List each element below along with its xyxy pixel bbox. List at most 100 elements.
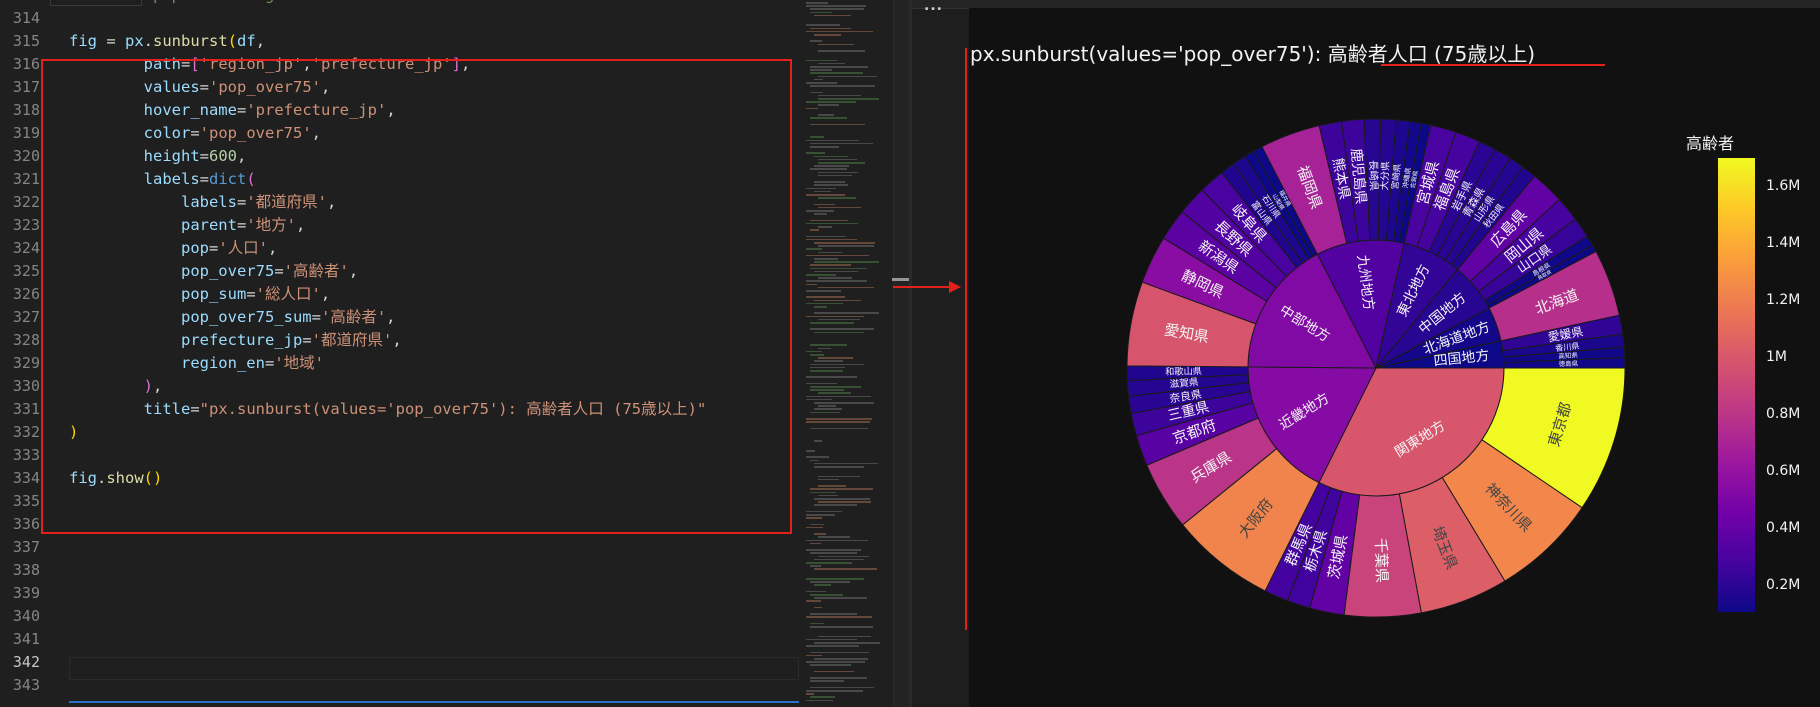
minimap-line	[814, 184, 848, 186]
minimap-line	[818, 277, 852, 279]
minimap-line	[818, 494, 838, 497]
minimap-line	[818, 50, 865, 52]
minimap-line	[810, 389, 844, 391]
sunburst-chart[interactable]: 関東地方 東京都神奈川県埼玉県千葉県茨城県栃木県群馬県近畿地方大阪府兵庫県京都府三…	[1126, 118, 1626, 618]
minimap-line	[818, 478, 839, 481]
minimap-line	[810, 686, 874, 689]
colorbar-tick-label: 1.4M	[1766, 234, 1801, 251]
minimap-line	[814, 165, 849, 167]
minimap-line	[814, 213, 827, 215]
minimap-line	[814, 440, 822, 442]
minimap-line	[810, 8, 864, 10]
line-number: 319	[12, 124, 40, 142]
more-actions-icon[interactable]: ...	[924, 0, 943, 14]
minimap-line	[818, 251, 842, 254]
code-editor[interactable]: 313 314 315 316 317 318 319 320 321 322 323 324 325 3…	[0, 0, 800, 707]
line-number: 330	[12, 377, 40, 395]
minimap-line	[806, 562, 852, 564]
minimap-line	[806, 395, 871, 398]
vertical-scrollbar[interactable]	[893, 0, 910, 707]
minimap-line	[818, 635, 871, 638]
line-number: 313	[0, 0, 40, 7]
minimap-line	[810, 11, 832, 14]
minimap-line	[814, 34, 841, 36]
minimap-line	[814, 78, 823, 81]
minimap-line	[818, 98, 879, 100]
code-line[interactable]: ### 2-3: population ages over 75	[69, 0, 368, 7]
line-number: 337	[12, 538, 40, 556]
minimap-line	[818, 104, 839, 106]
minimap-line	[806, 510, 842, 513]
line-number: 340	[12, 607, 40, 625]
minimap-line	[806, 315, 864, 318]
minimap-line	[818, 174, 852, 177]
minimap-line	[806, 690, 863, 692]
line-number: 323	[12, 216, 40, 234]
sunburst-label: 和歌山県	[1165, 365, 1202, 378]
minimap-line	[814, 181, 845, 183]
minimap-line	[818, 162, 865, 164]
line-number: 320	[12, 147, 40, 165]
minimap-line	[818, 501, 871, 503]
colorbar-tick-label: 0.2M	[1766, 577, 1801, 594]
cell-divider	[69, 701, 799, 703]
minimap-line	[806, 517, 822, 519]
minimap-line	[806, 302, 843, 305]
title-underline	[1381, 64, 1605, 66]
minimap-line	[806, 661, 865, 663]
minimap-line	[810, 565, 821, 567]
minimap[interactable]	[800, 0, 893, 707]
code-line[interactable]: fig = px.sunburst(df,	[69, 30, 265, 53]
line-number: 326	[12, 285, 40, 303]
sunburst-label: 徳島県	[1559, 359, 1579, 368]
minimap-line	[806, 24, 840, 26]
minimap-line	[806, 254, 869, 257]
highlight-marker	[965, 48, 967, 630]
minimap-line	[810, 40, 822, 42]
minimap-line	[814, 568, 877, 570]
minimap-line	[806, 5, 866, 7]
minimap-line	[810, 267, 867, 270]
minimap-line	[806, 290, 841, 292]
plot-title-highlight: 高齢者人口 (75歳以上)	[1327, 42, 1536, 66]
colorbar	[1718, 158, 1755, 612]
minimap-line	[818, 286, 874, 289]
code-token: sunburst	[153, 32, 228, 50]
minimap-line	[814, 498, 870, 500]
minimap-line	[818, 405, 836, 407]
minimap-line	[806, 139, 859, 142]
minimap-line	[810, 427, 868, 430]
minimap-line	[806, 638, 857, 641]
minimap-line	[806, 699, 833, 702]
minimap-line	[810, 459, 819, 462]
colorbar-tick-label: 1.2M	[1766, 291, 1801, 308]
code-token: fig	[69, 32, 97, 50]
minimap-line	[810, 85, 875, 87]
minimap-line	[814, 402, 874, 404]
minimap-line	[806, 222, 858, 225]
minimap-line	[806, 578, 864, 580]
colorbar-tick-label: 0.4M	[1766, 520, 1801, 537]
line-number: 316	[12, 55, 40, 73]
minimap-line	[806, 456, 829, 458]
minimap-line	[810, 168, 847, 170]
minimap-line	[810, 626, 873, 628]
code-token: ### 2-3: population ages over 75	[69, 0, 368, 4]
line-number: 318	[12, 101, 40, 119]
minimap-line	[806, 654, 822, 657]
minimap-line	[810, 27, 851, 30]
minimap-line	[814, 466, 864, 468]
minimap-line	[818, 485, 846, 487]
minimap-line	[814, 14, 851, 17]
line-number: 325	[12, 262, 40, 280]
line-number: 332	[12, 423, 40, 441]
minimap-line	[806, 693, 814, 695]
minimap-line	[814, 558, 864, 561]
minimap-line	[810, 552, 857, 554]
line-number: 328	[12, 331, 40, 349]
minimap-line	[806, 280, 867, 282]
minimap-line	[818, 536, 850, 538]
minimap-line	[806, 296, 845, 298]
minimap-line	[806, 30, 873, 33]
minimap-line	[810, 677, 867, 679]
